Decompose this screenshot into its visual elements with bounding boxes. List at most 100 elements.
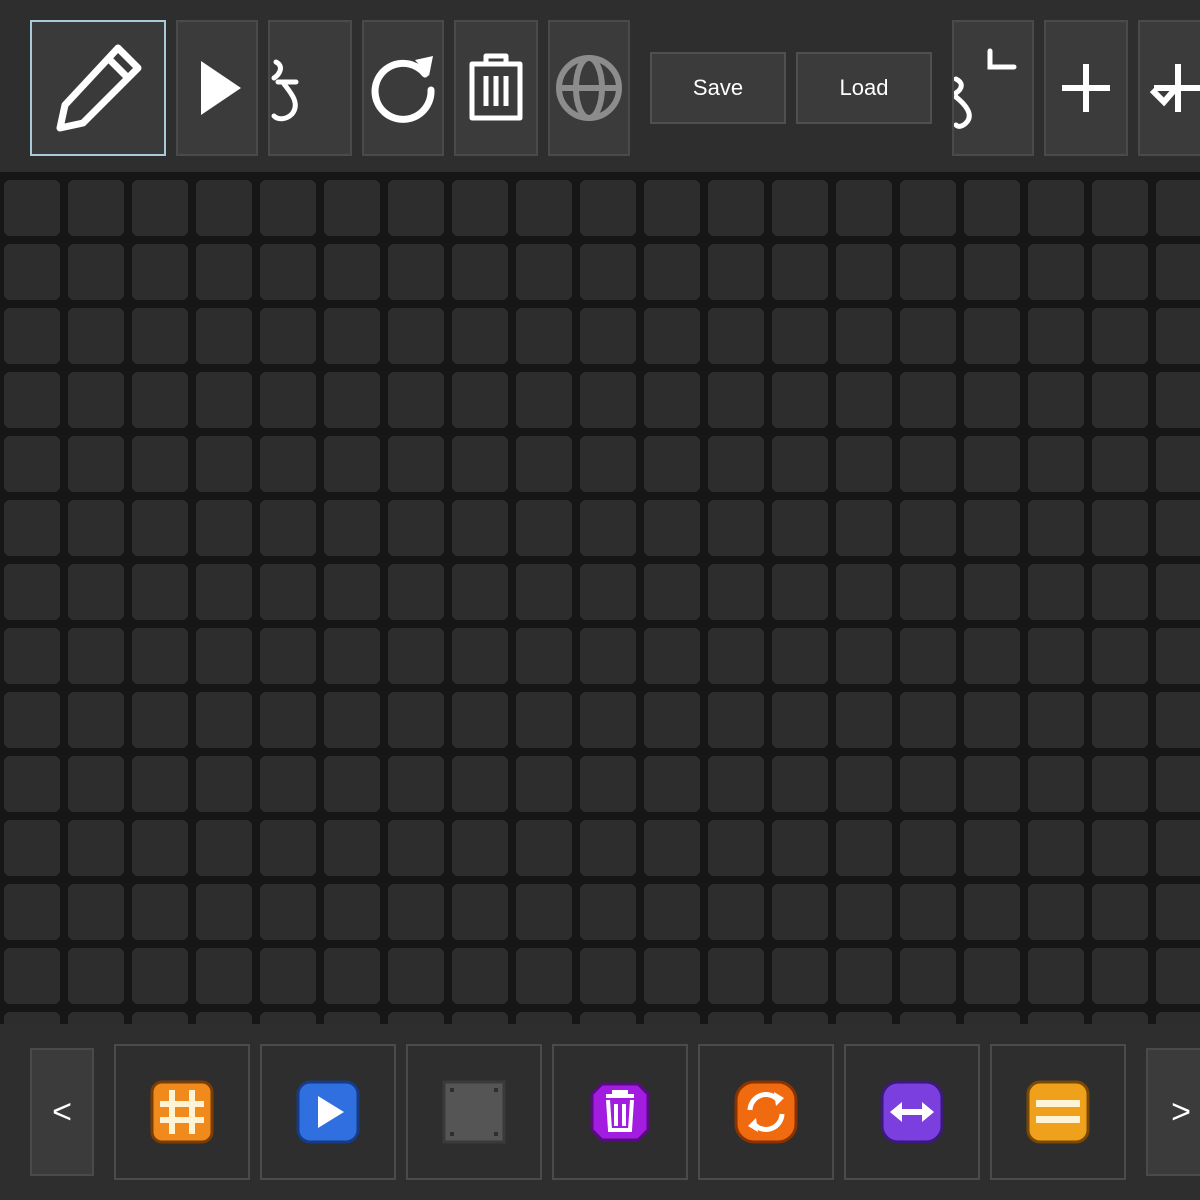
grid-cell[interactable] bbox=[580, 564, 636, 620]
grid-cell[interactable] bbox=[260, 692, 316, 748]
grid-cell[interactable] bbox=[1028, 180, 1084, 236]
grid-cell[interactable] bbox=[388, 308, 444, 364]
grid-cell[interactable] bbox=[388, 180, 444, 236]
grid-cell[interactable] bbox=[196, 628, 252, 684]
grid-cell[interactable] bbox=[324, 884, 380, 940]
add-check-tool-button[interactable] bbox=[1138, 20, 1200, 156]
grid-cell[interactable] bbox=[516, 692, 572, 748]
grid-cell[interactable] bbox=[260, 820, 316, 876]
grid-cell[interactable] bbox=[4, 436, 60, 492]
grid-cell[interactable] bbox=[196, 564, 252, 620]
grid-cell[interactable] bbox=[4, 948, 60, 1004]
grid-cell[interactable] bbox=[516, 500, 572, 556]
grid-cell[interactable] bbox=[1092, 308, 1148, 364]
grid-cell[interactable] bbox=[68, 884, 124, 940]
grid-cell[interactable] bbox=[452, 628, 508, 684]
grid-cell[interactable] bbox=[1092, 180, 1148, 236]
grid-cell[interactable] bbox=[708, 180, 764, 236]
grid-cell[interactable] bbox=[132, 564, 188, 620]
grid-cell[interactable] bbox=[196, 756, 252, 812]
grid-cell[interactable] bbox=[388, 564, 444, 620]
grid-cell[interactable] bbox=[388, 436, 444, 492]
grid-cell[interactable] bbox=[900, 180, 956, 236]
grid-cell[interactable] bbox=[772, 564, 828, 620]
glyph-tool-button[interactable] bbox=[268, 20, 352, 156]
grid-cell[interactable] bbox=[900, 308, 956, 364]
grid-cell[interactable] bbox=[516, 564, 572, 620]
grid-cell[interactable] bbox=[388, 948, 444, 1004]
glyph-corner-tool-button[interactable] bbox=[952, 20, 1034, 156]
grid-cell[interactable] bbox=[388, 820, 444, 876]
grid-cell[interactable] bbox=[1156, 308, 1200, 364]
grid-cell[interactable] bbox=[452, 692, 508, 748]
grid-cell[interactable] bbox=[772, 884, 828, 940]
grid-cell[interactable] bbox=[708, 692, 764, 748]
grid-cell[interactable] bbox=[260, 948, 316, 1004]
grid-cell[interactable] bbox=[708, 564, 764, 620]
grid-cell[interactable] bbox=[196, 308, 252, 364]
grid-cell[interactable] bbox=[964, 948, 1020, 1004]
grid-cell[interactable] bbox=[516, 820, 572, 876]
grid-cell[interactable] bbox=[516, 244, 572, 300]
grid-cell[interactable] bbox=[68, 308, 124, 364]
grid-cell[interactable] bbox=[580, 756, 636, 812]
grid-cell[interactable] bbox=[836, 244, 892, 300]
grid-cell[interactable] bbox=[452, 500, 508, 556]
grid-cell[interactable] bbox=[452, 436, 508, 492]
grid-cell[interactable] bbox=[836, 436, 892, 492]
grid-cell[interactable] bbox=[260, 884, 316, 940]
grid-cell[interactable] bbox=[1156, 180, 1200, 236]
grid-cell[interactable] bbox=[1156, 692, 1200, 748]
grid-cell[interactable] bbox=[964, 884, 1020, 940]
grid-cell[interactable] bbox=[260, 436, 316, 492]
grid-cell[interactable] bbox=[580, 628, 636, 684]
grid-cell[interactable] bbox=[644, 820, 700, 876]
grid-cell[interactable] bbox=[644, 244, 700, 300]
grid-cell[interactable] bbox=[708, 308, 764, 364]
grid-cell[interactable] bbox=[580, 180, 636, 236]
grid-cell[interactable] bbox=[708, 244, 764, 300]
grid-cell[interactable] bbox=[580, 436, 636, 492]
grid-cell[interactable] bbox=[900, 500, 956, 556]
grid-cell[interactable] bbox=[68, 820, 124, 876]
grid-cell[interactable] bbox=[1092, 692, 1148, 748]
grid-cell[interactable] bbox=[132, 500, 188, 556]
grid-cell[interactable] bbox=[1092, 1012, 1148, 1024]
trash-tool-button[interactable] bbox=[454, 20, 538, 156]
grid-cell[interactable] bbox=[1092, 436, 1148, 492]
grid-cell[interactable] bbox=[900, 756, 956, 812]
grid-cell[interactable] bbox=[836, 500, 892, 556]
grid-cell[interactable] bbox=[580, 692, 636, 748]
grid-cell[interactable] bbox=[516, 180, 572, 236]
grid-cell[interactable] bbox=[324, 756, 380, 812]
grid-cell[interactable] bbox=[260, 756, 316, 812]
grid-cell[interactable] bbox=[1028, 244, 1084, 300]
grid-cell[interactable] bbox=[452, 820, 508, 876]
grid-cell[interactable] bbox=[644, 500, 700, 556]
grid-cell[interactable] bbox=[1092, 948, 1148, 1004]
grid-cell[interactable] bbox=[260, 244, 316, 300]
grid-cell[interactable] bbox=[196, 500, 252, 556]
palette-slot-refresh[interactable] bbox=[698, 1044, 834, 1180]
grid-cell[interactable] bbox=[772, 1012, 828, 1024]
refresh-tool-button[interactable] bbox=[362, 20, 444, 156]
grid-cell[interactable] bbox=[1028, 884, 1084, 940]
grid-cell[interactable] bbox=[900, 1012, 956, 1024]
grid-cell[interactable] bbox=[580, 1012, 636, 1024]
grid-cell[interactable] bbox=[964, 756, 1020, 812]
grid-cell[interactable] bbox=[4, 628, 60, 684]
grid-cell[interactable] bbox=[132, 372, 188, 428]
grid-cell[interactable] bbox=[132, 308, 188, 364]
grid-cell[interactable] bbox=[1028, 308, 1084, 364]
grid-cell[interactable] bbox=[4, 1012, 60, 1024]
grid-cell[interactable] bbox=[772, 180, 828, 236]
grid-cell[interactable] bbox=[644, 308, 700, 364]
grid-cell[interactable] bbox=[324, 500, 380, 556]
grid-cell[interactable] bbox=[1156, 564, 1200, 620]
grid-cell[interactable] bbox=[836, 180, 892, 236]
grid-cell[interactable] bbox=[132, 884, 188, 940]
grid-cell[interactable] bbox=[1092, 564, 1148, 620]
grid-cell[interactable] bbox=[260, 500, 316, 556]
grid-cell[interactable] bbox=[1028, 436, 1084, 492]
grid-cell[interactable] bbox=[132, 948, 188, 1004]
